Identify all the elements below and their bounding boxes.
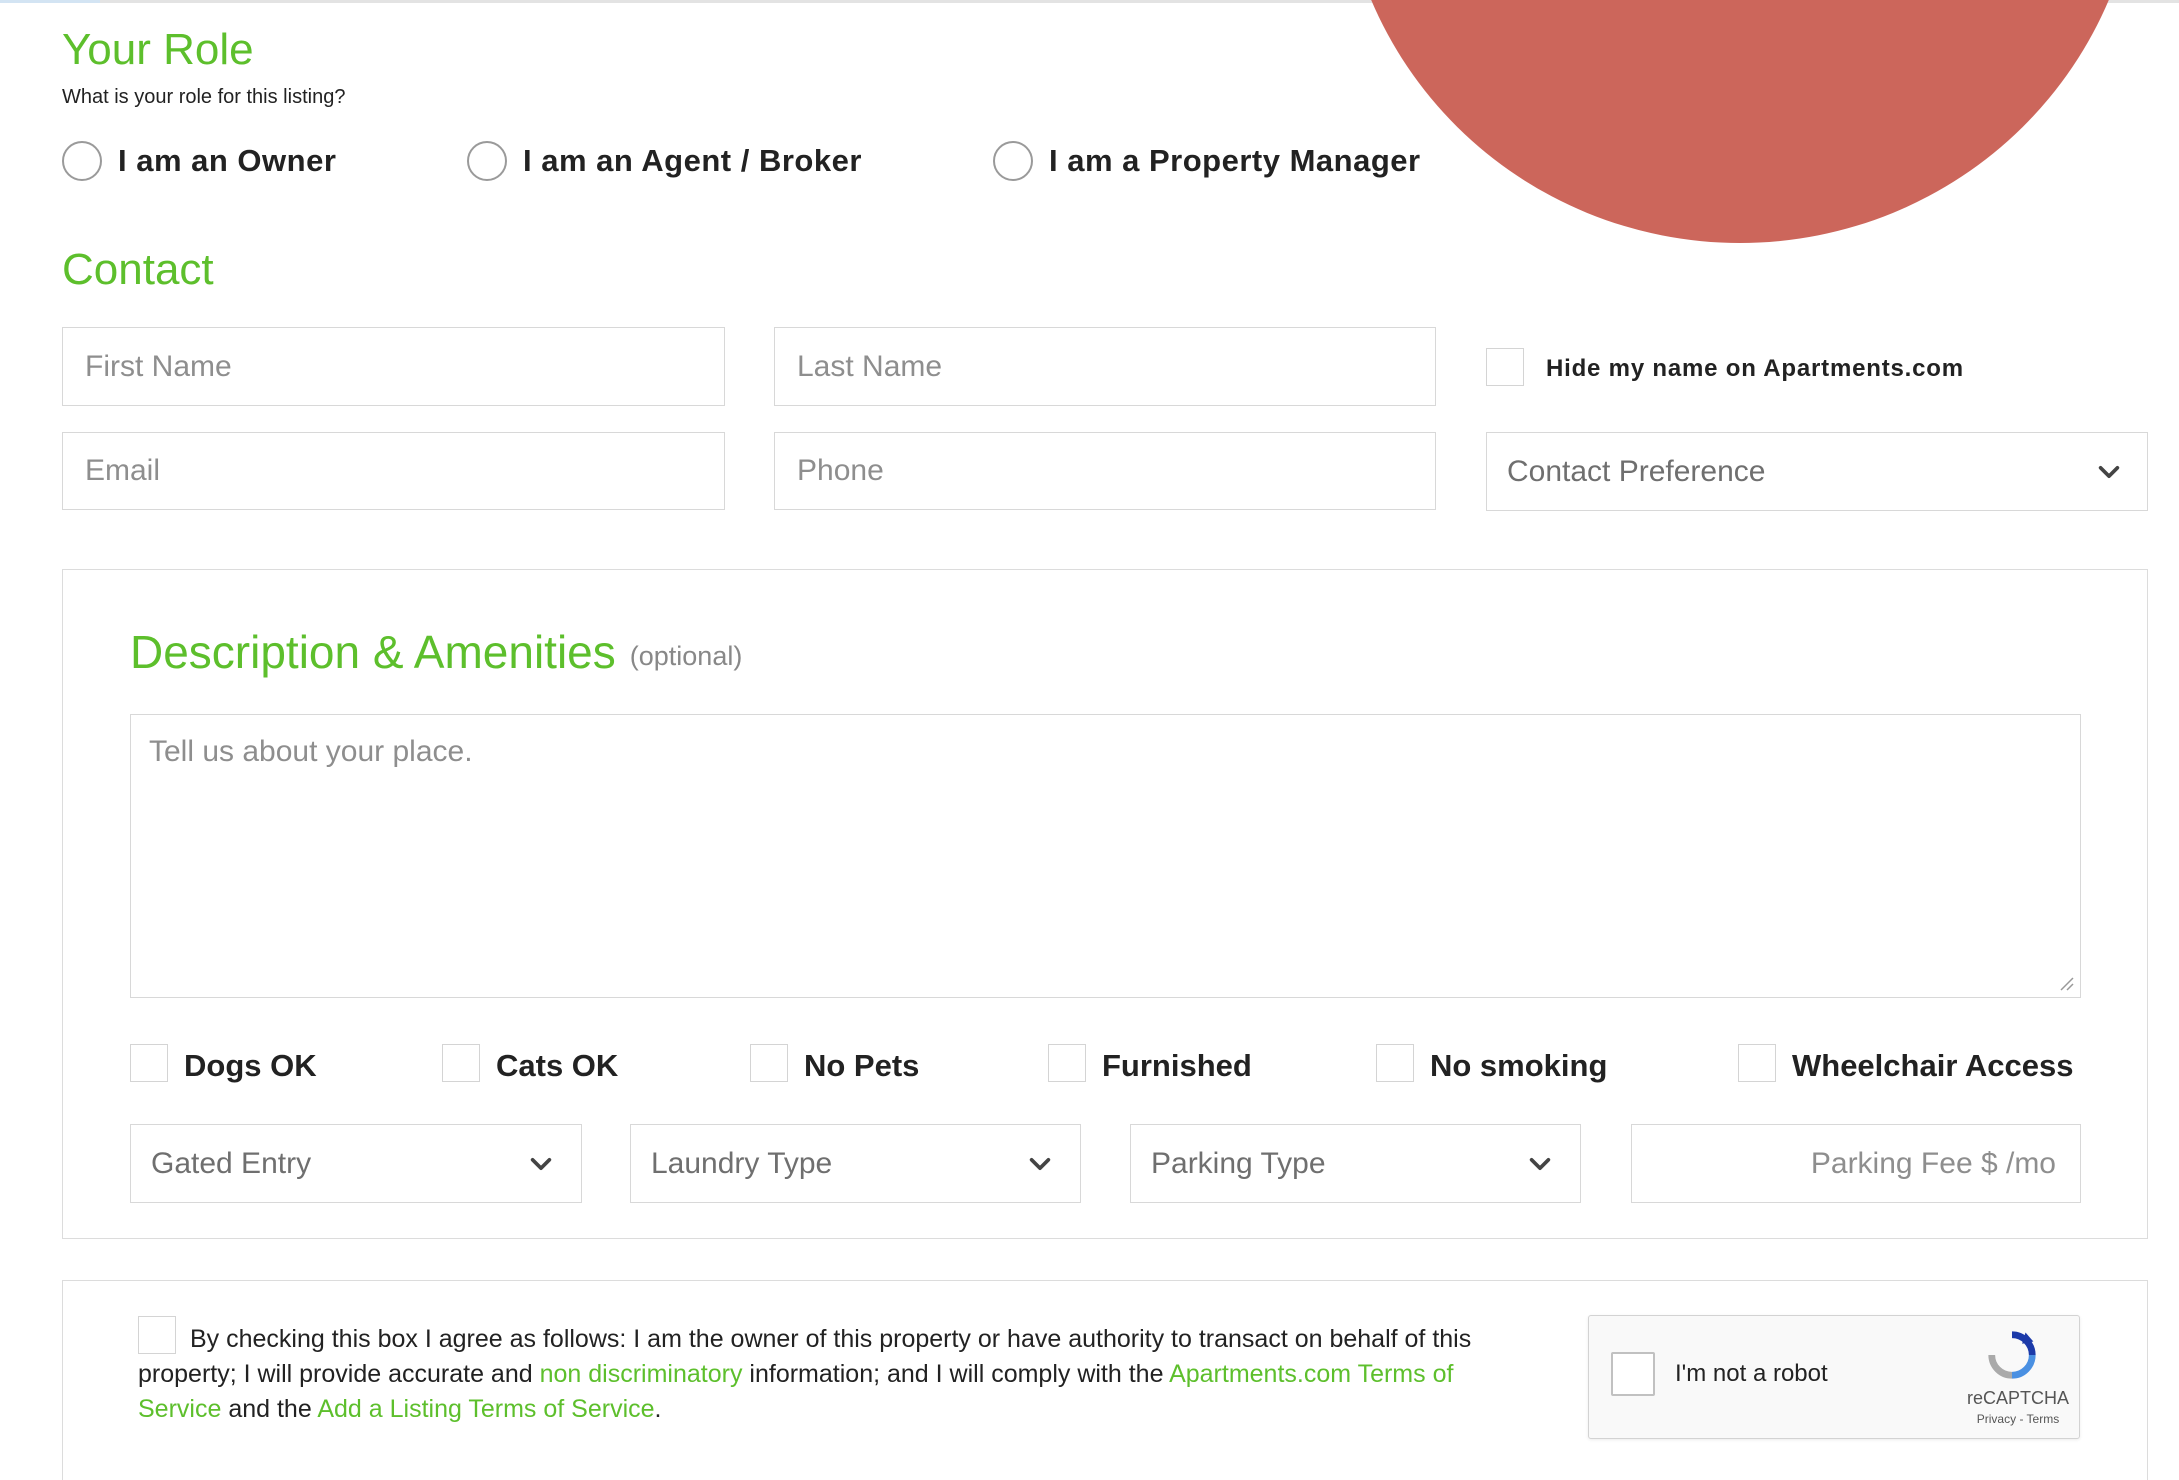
optional-tag: (optional) [629,640,743,671]
radio-owner[interactable] [62,141,102,181]
role-section-title: Your Role [62,25,254,74]
email-field[interactable] [62,432,725,510]
resize-handle-icon[interactable] [2058,975,2074,991]
last-name-input[interactable] [795,348,1435,385]
checkbox-dogs-ok[interactable] [130,1044,168,1082]
description-placeholder: Tell us about your place. [149,735,473,768]
label-furnished: Furnished [1102,1048,1252,1083]
chevron-down-icon [1529,1157,1551,1170]
label-no-smoking: No smoking [1430,1048,1608,1083]
radio-property-manager[interactable] [993,141,1033,181]
checkbox-no-smoking[interactable] [1376,1044,1414,1082]
label-cats-ok: Cats OK [496,1048,619,1083]
agreement-text-part2: information; and I will comply with the [749,1360,1164,1388]
agreement-text: By checking this box I agree as follows:… [138,1322,1538,1427]
last-name-field[interactable] [774,327,1436,406]
recaptcha-logo-icon [1988,1331,2036,1379]
description-title-text: Description & Amenities [130,626,616,678]
laundry-type-value: Laundry Type [651,1146,833,1180]
laundry-type-select[interactable]: Laundry Type [630,1124,1081,1203]
chevron-down-icon [530,1157,552,1170]
hide-name-label: Hide my name on Apartments.com [1546,355,1964,382]
hide-name-checkbox[interactable] [1486,348,1524,386]
recaptcha-terms[interactable]: Privacy - Terms [1963,1412,2073,1426]
checkbox-wheelchair-access[interactable] [1738,1044,1776,1082]
parking-type-value: Parking Type [1151,1146,1326,1180]
chevron-down-icon [2098,465,2120,478]
parking-type-select[interactable]: Parking Type [1130,1124,1581,1203]
first-name-input[interactable] [83,348,724,385]
chevron-down-icon [1029,1157,1051,1170]
gated-entry-select[interactable]: Gated Entry [130,1124,582,1203]
description-section-title: Description & Amenities (optional) [130,622,742,686]
recaptcha-widget: I'm not a robot reCAPTCHA Privacy - Term… [1588,1315,2080,1439]
role-option-property-manager-label: I am a Property Manager [1049,143,1421,178]
contact-preference-select[interactable]: Contact Preference [1486,432,2148,511]
non-discriminatory-link[interactable]: non discriminatory [540,1360,743,1388]
label-no-pets: No Pets [804,1048,920,1083]
parking-fee-input[interactable] [1652,1145,2058,1182]
agreement-text-part4: . [654,1395,662,1423]
role-section-subtitle: What is your role for this listing? [62,86,346,108]
contact-section-title: Contact [62,245,214,294]
gated-entry-value: Gated Entry [151,1146,312,1180]
description-textarea[interactable]: Tell us about your place. [130,714,2081,998]
recaptcha-brand: reCAPTCHA [1966,1388,2069,1408]
role-option-owner[interactable]: I am an Owner [62,138,336,184]
role-option-agent[interactable]: I am an Agent / Broker [467,138,862,184]
recaptcha-label: I'm not a robot [1675,1360,1828,1387]
contact-preference-value: Contact Preference [1507,454,1766,488]
radio-agent[interactable] [467,141,507,181]
label-wheelchair-access: Wheelchair Access [1792,1048,2074,1083]
checkbox-no-pets[interactable] [750,1044,788,1082]
checkbox-cats-ok[interactable] [442,1044,480,1082]
phone-field[interactable] [774,432,1436,510]
role-option-owner-label: I am an Owner [118,143,337,178]
listing-tos-link[interactable]: Add a Listing Terms of Service [317,1395,654,1423]
agreement-text-part3: and the [228,1395,312,1423]
recaptcha-checkbox[interactable] [1611,1352,1655,1396]
role-option-agent-label: I am an Agent / Broker [523,143,862,178]
label-dogs-ok: Dogs OK [184,1048,317,1083]
email-input[interactable] [83,453,724,489]
parking-fee-field[interactable] [1631,1124,2081,1203]
checkbox-furnished[interactable] [1048,1044,1086,1082]
phone-input[interactable] [795,453,1435,489]
role-option-property-manager[interactable]: I am a Property Manager [993,138,1421,184]
top-divider-accent [0,0,100,3]
first-name-field[interactable] [62,327,725,406]
decorative-red-circle [1340,0,2140,243]
